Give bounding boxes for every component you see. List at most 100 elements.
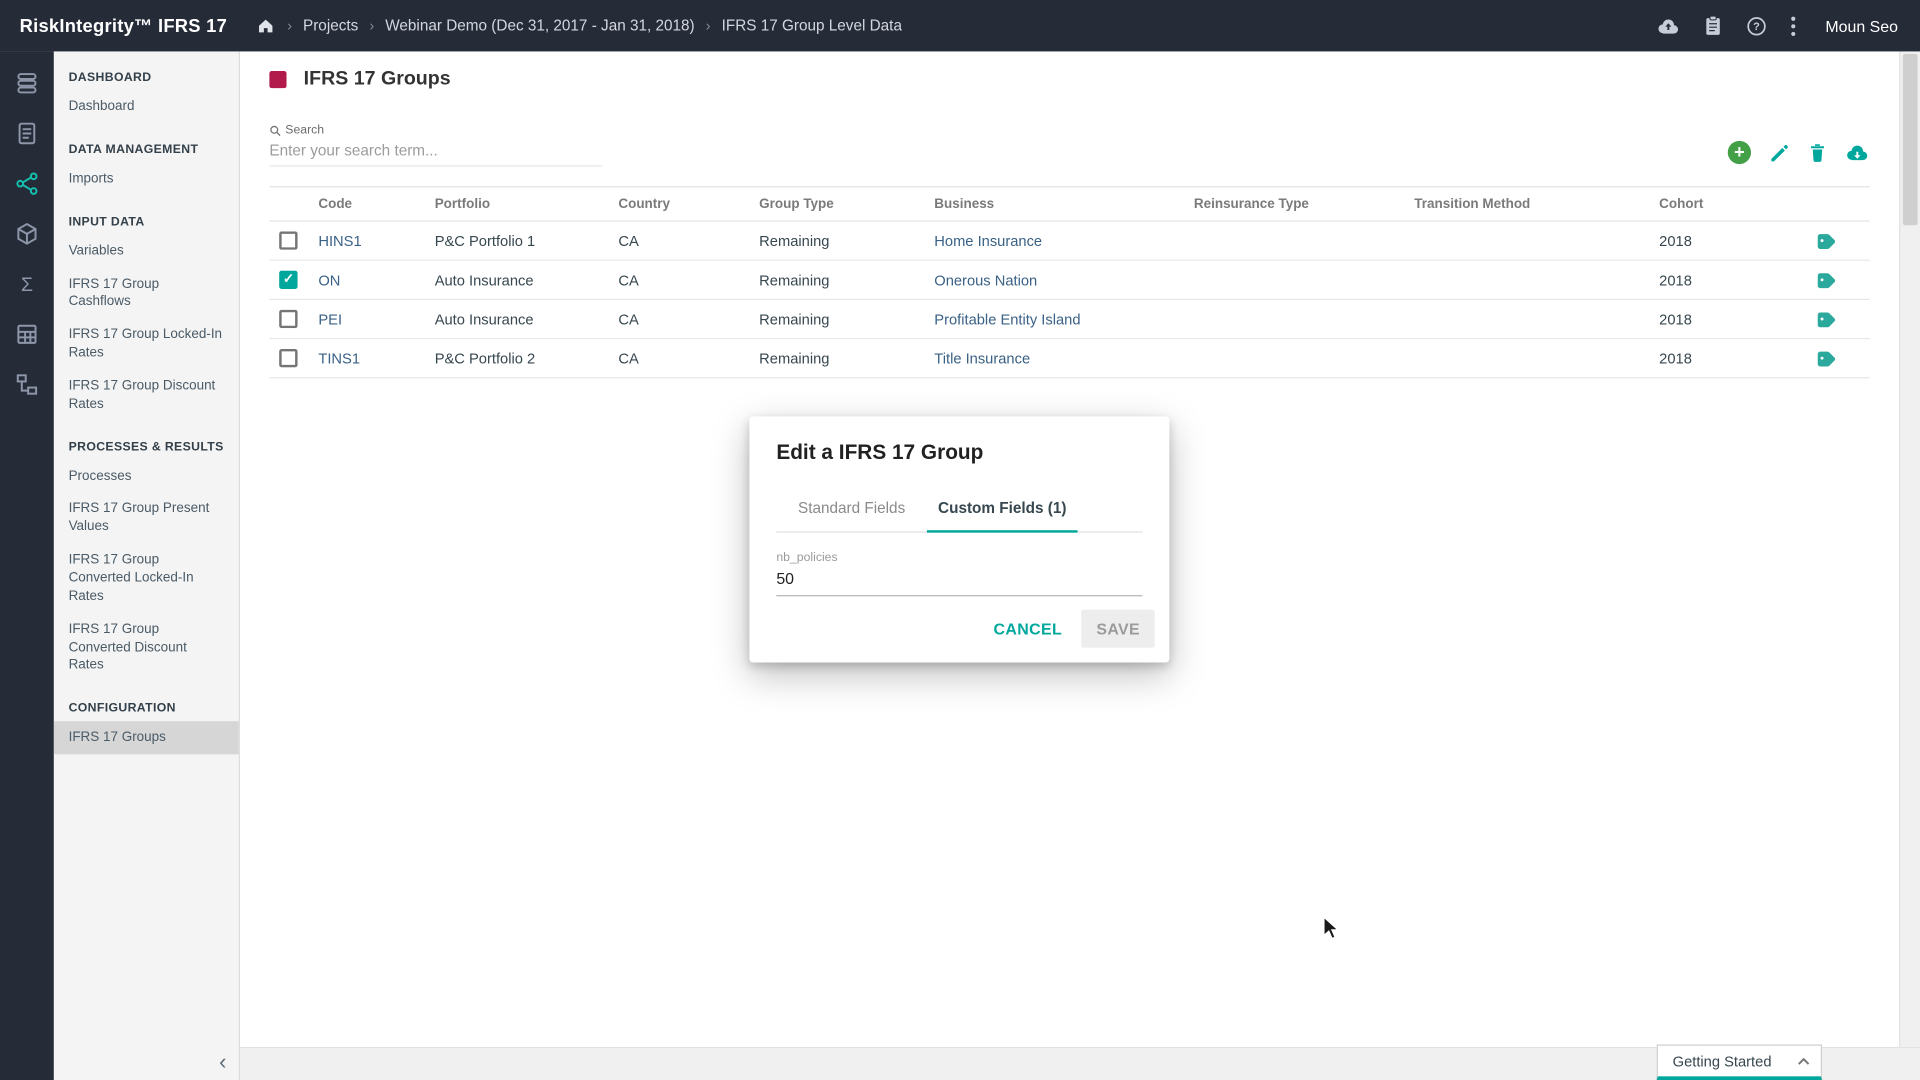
breadcrumb-project[interactable]: Webinar Demo (Dec 31, 2017 - Jan 31, 201…: [385, 17, 694, 34]
data-management-icon[interactable]: [13, 170, 40, 197]
column-header-reinsurance-type[interactable]: Reinsurance Type: [1194, 197, 1414, 212]
table-row[interactable]: ON Auto Insurance CA Remaining Onerous N…: [269, 261, 1870, 300]
cell-portfolio: Auto Insurance: [434, 271, 534, 289]
menu-section-header-dashboard: DASHBOARD: [68, 71, 152, 85]
column-header-portfolio[interactable]: Portfolio: [435, 197, 619, 212]
row-checkbox[interactable]: [279, 309, 298, 329]
reports-icon[interactable]: [13, 120, 40, 147]
cell-group-type: Remaining: [759, 271, 830, 289]
input-data-icon[interactable]: [13, 220, 40, 247]
cell-business[interactable]: Title Insurance: [934, 350, 1194, 367]
getting-started-panel[interactable]: Getting Started: [1656, 1044, 1823, 1080]
sidebar-item-ifrs-17-group-discount-rates[interactable]: IFRS 17 Group Discount Rates: [54, 370, 239, 421]
dialog-title: Edit a IFRS 17 Group: [776, 440, 984, 465]
data-sources-icon[interactable]: [13, 70, 40, 97]
edit-group-button[interactable]: [1767, 141, 1790, 164]
menu-section-header-processes-results: PROCESSES & RESULTS: [68, 440, 224, 454]
sum-icon[interactable]: Σ: [13, 271, 40, 298]
row-checkbox[interactable]: [279, 270, 298, 289]
delete-group-button[interactable]: [1806, 141, 1828, 164]
sidebar-menu: DASHBOARD Dashboard DATA MANAGEMENT Imports…: [53, 51, 241, 1080]
menu-section-header-configuration: CONFIGURATION: [68, 701, 176, 716]
cell-country: CA: [618, 232, 639, 250]
cell-cohort: 2018: [1659, 310, 1692, 328]
sidebar-item-ifrs-17-group-converted-discount-rates[interactable]: IFRS 17 Group Converted Discount Rates: [54, 613, 239, 682]
icon-rail: Σ: [0, 51, 54, 1080]
row-checkbox[interactable]: [279, 348, 298, 368]
svg-text:Σ: Σ: [21, 274, 33, 296]
breadcrumb-projects[interactable]: Projects: [303, 17, 358, 34]
cell-business[interactable]: Onerous Nation: [934, 271, 1194, 288]
ifrs17-groups-icon: [269, 71, 287, 89]
cell-cohort: 2018: [1659, 232, 1692, 250]
column-header-code[interactable]: Code: [318, 197, 434, 212]
clipboard-icon[interactable]: [1703, 15, 1723, 37]
table-row[interactable]: TINS1 P&C Portfolio 2 CA Remaining Title…: [269, 339, 1870, 379]
app-root: RiskIntegrity™ IFRS 17 › Projects › Webi…: [0, 0, 1920, 1080]
edit-group-dialog: Edit a IFRS 17 Group Standard Fields Cus…: [749, 416, 1170, 663]
tag-icon[interactable]: [1815, 269, 1837, 290]
tables-icon[interactable]: [13, 321, 40, 348]
cell-code[interactable]: PEI: [318, 310, 434, 327]
home-icon[interactable]: [256, 16, 276, 36]
workflow-icon[interactable]: [13, 371, 40, 398]
cloud-upload-icon[interactable]: [1655, 17, 1679, 35]
chevron-up-icon[interactable]: [1796, 1056, 1811, 1067]
svg-text:?: ?: [1753, 21, 1760, 33]
table-row[interactable]: PEI Auto Insurance CA Remaining Profitab…: [269, 300, 1870, 340]
breadcrumb-separator: ›: [369, 17, 375, 35]
vertical-scrollbar-thumb[interactable]: [1902, 53, 1918, 226]
tab-custom-fields[interactable]: Custom Fields (1): [926, 487, 1078, 533]
sidebar-item-ifrs-17-group-locked-in-rates[interactable]: IFRS 17 Group Locked-In Rates: [54, 319, 239, 370]
sidebar-item-ifrs-17-group-cashflows[interactable]: IFRS 17 Group Cashflows: [54, 268, 239, 319]
more-vertical-icon[interactable]: [1790, 15, 1796, 36]
sidebar-item-variables[interactable]: Variables: [54, 235, 239, 268]
sidebar-item-dashboard[interactable]: Dashboard: [54, 91, 239, 124]
tag-icon[interactable]: [1815, 348, 1837, 369]
save-button[interactable]: SAVE: [1081, 609, 1155, 648]
getting-started-label: Getting Started: [1672, 1052, 1772, 1070]
cell-business[interactable]: Profitable Entity Island: [934, 310, 1194, 327]
export-icon[interactable]: [1844, 143, 1870, 163]
dialog-actions: CANCEL SAVE: [981, 609, 1155, 648]
cell-code[interactable]: ON: [318, 271, 434, 288]
row-checkbox[interactable]: [279, 231, 298, 250]
user-menu[interactable]: Moun Seo: [1825, 17, 1898, 35]
vertical-scrollbar[interactable]: [1899, 51, 1920, 1047]
sidebar-item-ifrs-17-groups[interactable]: IFRS 17 Groups: [53, 721, 239, 755]
column-header-cohort[interactable]: Cohort: [1659, 197, 1815, 212]
top-bar: RiskIntegrity™ IFRS 17 › Projects › Webi…: [0, 0, 1920, 52]
cell-code[interactable]: HINS1: [318, 232, 434, 249]
column-header-transition-method[interactable]: Transition Method: [1414, 197, 1659, 212]
table-row[interactable]: HINS1 P&C Portfolio 1 CA Remaining Home …: [269, 222, 1870, 261]
cancel-button[interactable]: CANCEL: [981, 610, 1074, 648]
cell-country: CA: [618, 271, 639, 289]
toolbar: Search +: [269, 124, 1869, 167]
cell-portfolio: P&C Portfolio 2: [434, 349, 536, 367]
search-icon: [270, 125, 281, 136]
nb-policies-input[interactable]: [776, 564, 1143, 597]
add-group-button[interactable]: +: [1727, 140, 1752, 165]
help-icon[interactable]: ?: [1746, 15, 1767, 36]
cell-business[interactable]: Home Insurance: [934, 232, 1194, 249]
tag-icon[interactable]: [1815, 309, 1837, 330]
tab-standard-fields[interactable]: Standard Fields: [776, 487, 927, 531]
search-input[interactable]: [269, 137, 603, 167]
column-header-group-type[interactable]: Group Type: [759, 197, 934, 212]
cell-portfolio: P&C Portfolio 1: [434, 232, 536, 250]
page-title: IFRS 17 Groups: [303, 68, 451, 90]
collapse-sidebar-icon[interactable]: ‹: [219, 1051, 226, 1073]
dialog-tabs: Standard Fields Custom Fields (1): [776, 487, 1143, 533]
sidebar-item-imports[interactable]: Imports: [54, 163, 239, 196]
groups-table: Code Portfolio Country Group Type Business Re…: [269, 186, 1870, 379]
sidebar-item-ifrs-17-group-present-values[interactable]: IFRS 17 Group Present Values: [54, 493, 239, 544]
cell-code[interactable]: TINS1: [318, 350, 434, 367]
breadcrumb-current[interactable]: IFRS 17 Group Level Data: [722, 17, 902, 34]
column-header-country[interactable]: Country: [618, 197, 759, 212]
column-header-business[interactable]: Business: [934, 197, 1194, 212]
cell-group-type: Remaining: [759, 349, 830, 367]
sidebar-item-ifrs-17-group-converted-locked-in-rates[interactable]: IFRS 17 Group Converted Locked-In Rates: [54, 544, 239, 613]
breadcrumb: › Projects › Webinar Demo (Dec 31, 2017 …: [256, 16, 902, 36]
tag-icon[interactable]: [1815, 230, 1837, 251]
sidebar-item-processes[interactable]: Processes: [54, 460, 239, 493]
